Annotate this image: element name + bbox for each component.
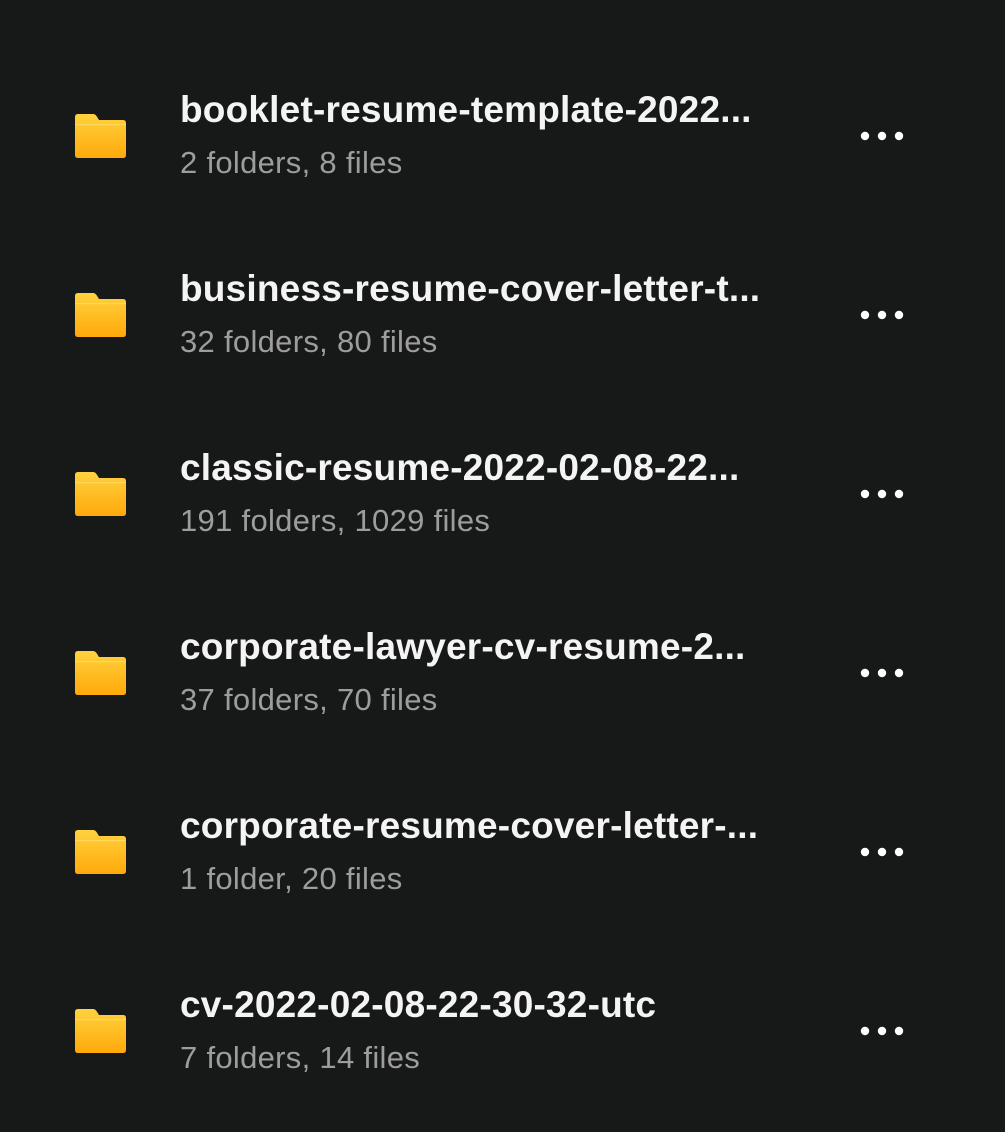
folder-contents-count: 191 folders, 1029 files	[180, 503, 491, 538]
folder-list: booklet-resume-template-2022... 2 folder…	[0, 46, 1005, 1120]
folder-icon	[74, 112, 127, 159]
folder-name[interactable]: classic-resume-2022-02-08-22...	[180, 446, 825, 490]
folder-text: classic-resume-2022-02-08-22... 191 fold…	[180, 446, 825, 541]
folder-name[interactable]: cv-2022-02-08-22-30-32-utc	[180, 983, 825, 1027]
folder-icon	[74, 828, 127, 875]
folder-contents-count: 7 folders, 14 files	[180, 1040, 421, 1075]
folder-name[interactable]: corporate-resume-cover-letter-...	[180, 804, 825, 848]
folder-contents-count: 1 folder, 20 files	[180, 861, 403, 896]
folder-row[interactable]: classic-resume-2022-02-08-22... 191 fold…	[0, 404, 1005, 583]
folder-text: cv-2022-02-08-22-30-32-utc 7 folders, 14…	[180, 983, 825, 1078]
folder-row[interactable]: corporate-lawyer-cv-resume-2... 37 folde…	[0, 583, 1005, 762]
folder-text: corporate-resume-cover-letter-... 1 fold…	[180, 804, 825, 899]
more-horizontal-icon	[860, 847, 904, 857]
more-options-button[interactable]	[852, 1011, 912, 1051]
more-options-button[interactable]	[852, 295, 912, 335]
folder-icon	[74, 1007, 127, 1054]
folder-text: booklet-resume-template-2022... 2 folder…	[180, 88, 825, 183]
folder-contents-count: 2 folders, 8 files	[180, 145, 403, 180]
folder-contents-count: 37 folders, 70 files	[180, 682, 438, 717]
folder-row[interactable]: business-resume-cover-letter-t... 32 fol…	[0, 225, 1005, 404]
folder-row[interactable]: cv-2022-02-08-22-30-32-utc 7 folders, 14…	[0, 941, 1005, 1120]
folder-text: corporate-lawyer-cv-resume-2... 37 folde…	[180, 625, 825, 720]
folder-text: business-resume-cover-letter-t... 32 fol…	[180, 267, 825, 362]
folder-icon	[74, 291, 127, 338]
more-horizontal-icon	[860, 131, 904, 141]
more-options-button[interactable]	[852, 116, 912, 156]
more-horizontal-icon	[860, 489, 904, 499]
folder-contents-count: 32 folders, 80 files	[180, 324, 438, 359]
folder-name[interactable]: booklet-resume-template-2022...	[180, 88, 825, 132]
folder-name[interactable]: corporate-lawyer-cv-resume-2...	[180, 625, 825, 669]
folder-row[interactable]: booklet-resume-template-2022... 2 folder…	[0, 46, 1005, 225]
folder-name[interactable]: business-resume-cover-letter-t...	[180, 267, 825, 311]
folder-icon	[74, 649, 127, 696]
more-horizontal-icon	[860, 310, 904, 320]
more-horizontal-icon	[860, 1026, 904, 1036]
more-options-button[interactable]	[852, 832, 912, 872]
more-options-button[interactable]	[852, 474, 912, 514]
more-options-button[interactable]	[852, 653, 912, 693]
folder-icon	[74, 470, 127, 517]
folder-row[interactable]: corporate-resume-cover-letter-... 1 fold…	[0, 762, 1005, 941]
more-horizontal-icon	[860, 668, 904, 678]
